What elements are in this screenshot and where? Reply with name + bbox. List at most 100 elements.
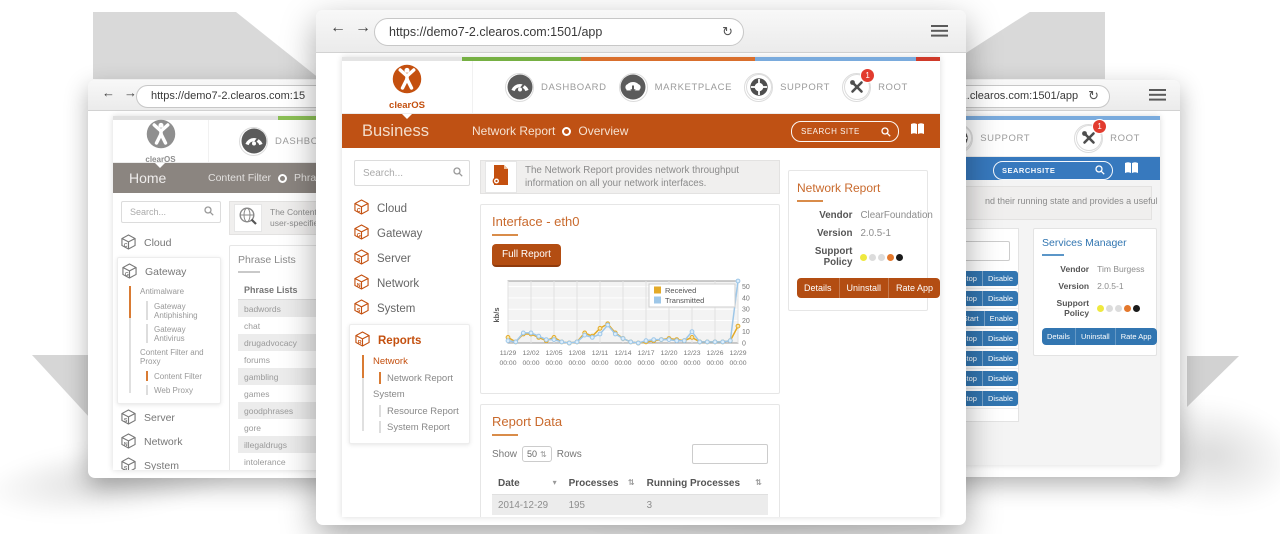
disable-button[interactable]: Disable bbox=[983, 271, 1018, 286]
url-text: https://demo7-2.clearos.com:1501/app bbox=[375, 25, 718, 39]
table-cell: 3 bbox=[641, 495, 768, 516]
sidebar-item-network[interactable]: NNetwork bbox=[121, 430, 221, 454]
browser-menu-icon[interactable] bbox=[931, 25, 948, 37]
sidebar-item-gateway[interactable]: GGateway bbox=[122, 260, 216, 284]
sidebar-search[interactable] bbox=[121, 201, 221, 223]
svg-text:00:00: 00:00 bbox=[683, 360, 700, 367]
alert-text: nd their running state and provides a us… bbox=[977, 195, 1160, 207]
subtree-item-gateway-antivirus[interactable]: Gateway Antivirus bbox=[140, 322, 216, 345]
back-icon[interactable]: ← bbox=[102, 85, 115, 100]
cube-icon: C bbox=[354, 199, 369, 218]
sidebar-search[interactable] bbox=[354, 160, 470, 186]
disable-button[interactable]: Disable bbox=[983, 391, 1018, 406]
site-search-input[interactable] bbox=[994, 165, 1095, 176]
page-size-select[interactable]: 50⇅ bbox=[522, 446, 552, 462]
nav-item-root[interactable]: 1ROOT bbox=[1074, 124, 1140, 153]
sidebar: CCloud GGatewayAntimalwareGateway Antiphi… bbox=[121, 201, 221, 470]
sidebar-item-cloud[interactable]: CCloud bbox=[121, 231, 221, 255]
details-button[interactable]: Details bbox=[1042, 328, 1076, 345]
sidebar-item-system[interactable]: SSystem bbox=[121, 454, 221, 470]
rate-app-button[interactable]: Rate App bbox=[889, 278, 940, 298]
user-guide-icon[interactable] bbox=[1123, 161, 1140, 180]
enable-button[interactable]: Enable bbox=[985, 311, 1018, 326]
column-header-date[interactable]: Date▾ bbox=[492, 473, 563, 495]
nav-item-root[interactable]: 1ROOT bbox=[842, 73, 908, 102]
sidebar-item-gateway[interactable]: GGateway bbox=[354, 221, 470, 246]
uninstall-button[interactable]: Uninstall bbox=[840, 278, 890, 298]
clearos-logo[interactable]: clearOS bbox=[113, 120, 209, 162]
sidebar-item-network[interactable]: NNetwork bbox=[354, 271, 470, 296]
disable-button[interactable]: Disable bbox=[983, 331, 1018, 346]
clearos-logo[interactable]: clearOS bbox=[342, 61, 473, 113]
network-report-info-panel: Network Report Vendor ClearFoundation Ve… bbox=[788, 170, 928, 311]
svg-text:00:00: 00:00 bbox=[729, 360, 746, 367]
page-title-bar: Business Network Report Overview bbox=[342, 114, 940, 148]
address-bar[interactable]: https://demo7-2.clearos.com:1501/app ↻ bbox=[374, 18, 744, 46]
uninstall-button[interactable]: Uninstall bbox=[1076, 328, 1116, 345]
disable-button[interactable]: Disable bbox=[983, 371, 1018, 386]
svg-text:50: 50 bbox=[742, 284, 750, 291]
site-search[interactable] bbox=[791, 121, 899, 142]
subtree-item-content-filter[interactable]: Content Filter bbox=[140, 369, 216, 383]
breadcrumb-page: Phra bbox=[294, 172, 316, 184]
svg-text:kb/s: kb/s bbox=[492, 307, 501, 322]
sidebar-item-system[interactable]: SSystem bbox=[354, 296, 470, 321]
breadcrumb-separator-icon bbox=[562, 127, 571, 136]
sidebar-item-cloud[interactable]: C Cloud bbox=[354, 196, 470, 221]
user-guide-icon[interactable] bbox=[909, 122, 926, 141]
table-cell: 3 bbox=[641, 515, 768, 517]
svg-text:C: C bbox=[357, 208, 361, 214]
subtree-section-antimalware[interactable]: Antimalware bbox=[140, 284, 216, 299]
disable-button[interactable]: Disable bbox=[983, 351, 1018, 366]
sidebar-item-label: Cloud bbox=[377, 203, 407, 215]
subtree-section-content-filter-and-proxy[interactable]: Content Filter and Proxy bbox=[140, 345, 216, 369]
column-header-running-processes[interactable]: Running Processes⇅ bbox=[641, 473, 768, 495]
svg-text:00:00: 00:00 bbox=[522, 360, 539, 367]
breadcrumb-app[interactable]: Content Filter bbox=[208, 172, 271, 184]
breadcrumb-app[interactable]: Network Report bbox=[472, 124, 555, 138]
rate-app-button[interactable]: Rate App bbox=[1116, 328, 1157, 345]
forward-icon[interactable]: → bbox=[355, 19, 371, 36]
sidebar-search-input[interactable] bbox=[361, 167, 453, 180]
subtree-section-network[interactable]: Network bbox=[373, 353, 464, 370]
browser-menu-icon[interactable] bbox=[1149, 89, 1166, 101]
table-filter-input[interactable] bbox=[692, 444, 768, 464]
site-search[interactable] bbox=[993, 161, 1113, 180]
site-search-input[interactable] bbox=[792, 126, 881, 137]
forward-icon[interactable]: → bbox=[124, 85, 137, 100]
browser-nav-arrows: ←→ bbox=[330, 19, 380, 37]
brand-text: clearOS bbox=[389, 100, 425, 111]
reload-icon[interactable]: ↻ bbox=[1084, 89, 1109, 104]
nav-item-dashboard[interactable]: DASHBOARD bbox=[505, 73, 607, 102]
nav-item-marketplace[interactable]: MARKETPLACE bbox=[619, 73, 732, 102]
subtree-item-network-report[interactable]: Network Report bbox=[373, 370, 464, 386]
subtree-item-web-proxy[interactable]: Web Proxy bbox=[140, 383, 216, 397]
reload-icon[interactable]: ↻ bbox=[718, 25, 743, 40]
nav-item-support[interactable]: SUPPORT bbox=[744, 73, 830, 102]
back-icon[interactable]: ← bbox=[330, 19, 346, 36]
svg-text:00:00: 00:00 bbox=[545, 360, 562, 367]
subtree-item-system-report[interactable]: System Report bbox=[373, 419, 464, 435]
column-header-processes[interactable]: Processes⇅ bbox=[563, 473, 641, 495]
bar-controls bbox=[993, 161, 1140, 180]
app-meta: Vendor ClearFoundation Version 2.0.5-1 S… bbox=[797, 210, 919, 268]
subtree-section-system[interactable]: System bbox=[373, 386, 464, 403]
table-row[interactable]: 2014-12-291953 bbox=[492, 495, 768, 516]
sidebar-search-input[interactable] bbox=[128, 206, 204, 218]
subtree-item-resource-report[interactable]: Resource Report bbox=[373, 403, 464, 419]
support-dot bbox=[896, 254, 903, 261]
sidebar-item-reports[interactable]: RReports bbox=[355, 328, 464, 353]
panel-title: Interface - eth0 bbox=[492, 214, 768, 229]
sidebar-expanded-group: GGatewayAntimalwareGateway AntiphishingG… bbox=[117, 257, 221, 404]
sidebar-item-server[interactable]: SServer bbox=[121, 406, 221, 430]
subtree-item-gateway-antiphishing[interactable]: Gateway Antiphishing bbox=[140, 299, 216, 322]
cube-icon: G bbox=[354, 224, 369, 243]
panel-title: Report Data bbox=[492, 414, 768, 429]
details-button[interactable]: Details bbox=[797, 278, 840, 298]
nav-item-label: SUPPORT bbox=[780, 82, 830, 93]
disable-button[interactable]: Disable bbox=[983, 291, 1018, 306]
full-report-button[interactable]: Full Report bbox=[492, 244, 561, 267]
table-row[interactable]: 2014-12-281783 bbox=[492, 515, 768, 517]
sidebar-item-server[interactable]: SServer bbox=[354, 246, 470, 271]
svg-text:40: 40 bbox=[742, 295, 750, 302]
